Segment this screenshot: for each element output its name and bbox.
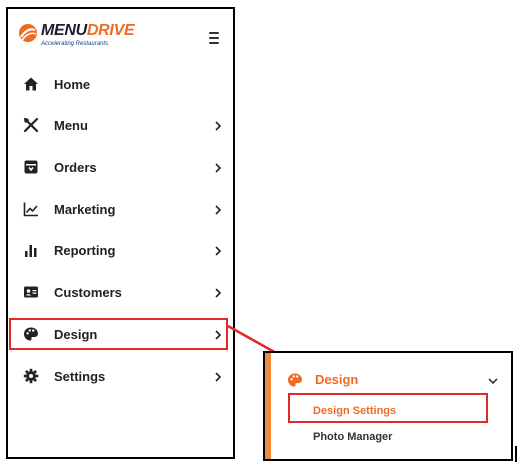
- design-submenu-panel: Design Design Settings Photo Manager: [263, 351, 513, 461]
- sidebar-item-label: Home: [54, 77, 91, 92]
- sidebar-item-label: Reporting: [54, 243, 116, 258]
- submenu-title: Design: [315, 372, 359, 387]
- chevron-right-icon: [215, 246, 222, 256]
- hamburger-menu-icon[interactable]: [208, 31, 222, 45]
- sidebar-item-label: Settings: [54, 369, 106, 384]
- sidebar-item-label: Design: [54, 327, 98, 342]
- gear-icon: [23, 368, 39, 384]
- orders-box-icon: [24, 160, 38, 174]
- brand-name: MENUDRIVE: [41, 22, 135, 40]
- chevron-down-icon: [488, 378, 498, 385]
- sidebar-item-orders[interactable]: Orders: [8, 150, 233, 186]
- sidebar-panel: MENUDRIVE Accelerating Restaurants Home …: [6, 7, 235, 459]
- sidebar-item-settings[interactable]: Settings: [8, 359, 233, 395]
- chevron-right-icon: [215, 288, 222, 298]
- chevron-right-icon: [215, 372, 222, 382]
- sidebar-item-marketing[interactable]: Marketing: [8, 192, 233, 228]
- menudrive-logo-icon: [19, 24, 37, 42]
- sidebar-item-reporting[interactable]: Reporting: [8, 233, 233, 269]
- submenu-item-design-settings[interactable]: Design Settings: [313, 405, 396, 417]
- brand-name-part1: MENU: [41, 22, 87, 39]
- utensils-icon: [23, 117, 39, 133]
- line-chart-icon: [23, 202, 38, 217]
- sidebar-item-label: Orders: [54, 160, 97, 175]
- chevron-right-icon: [215, 330, 222, 340]
- brand-tagline: Accelerating Restaurants: [41, 41, 109, 47]
- sidebar-item-label: Customers: [54, 285, 122, 300]
- chevron-right-icon: [215, 163, 222, 173]
- chevron-right-icon: [215, 205, 222, 215]
- chevron-right-icon: [215, 121, 222, 131]
- sidebar-item-label: Marketing: [54, 202, 116, 217]
- contact-card-icon: [24, 286, 38, 298]
- sidebar-item-menu[interactable]: Menu: [8, 108, 233, 144]
- bar-chart-icon: [25, 245, 37, 257]
- palette-icon: [24, 327, 38, 341]
- submenu-item-photo-manager[interactable]: Photo Manager: [313, 431, 392, 443]
- palette-icon: [288, 373, 302, 387]
- text-cursor: [515, 446, 517, 462]
- brand-name-part2: DRIVE: [86, 22, 135, 39]
- home-icon: [24, 77, 38, 91]
- sidebar-item-home[interactable]: Home: [8, 67, 233, 103]
- sidebar-item-design[interactable]: Design: [8, 317, 233, 353]
- submenu-header-design[interactable]: Design: [271, 364, 511, 396]
- sidebar-item-customers[interactable]: Customers: [8, 275, 233, 311]
- sidebar-item-label: Menu: [54, 118, 88, 133]
